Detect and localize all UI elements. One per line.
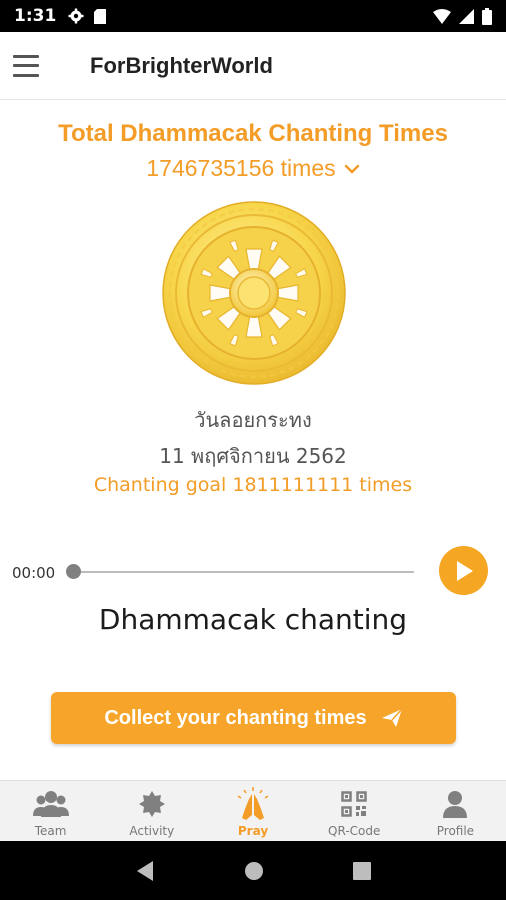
recents-icon[interactable] (353, 861, 372, 880)
dhamma-wheel-image (162, 201, 346, 385)
bottom-navigation: Team Activity Pray QR-Code Profile (0, 780, 506, 841)
nav-label-activity: Activity (129, 824, 175, 838)
chanting-goal: Chanting goal 1811111111 times (93, 474, 413, 496)
nav-label-pray: Pray (237, 824, 269, 838)
status-left-icons (68, 8, 107, 24)
total-count: 1746735156 times (146, 155, 336, 181)
nav-label-qr-code: QR-Code (328, 824, 381, 838)
collect-button-label: Collect your chanting times (104, 706, 367, 729)
track-title: Dhammacak chanting (98, 603, 408, 636)
pray-icon (237, 787, 269, 820)
dhamma-wheel-icon (162, 201, 346, 385)
play-icon (456, 560, 473, 581)
settings-gear-icon (68, 8, 84, 24)
page-heading: Total Dhammacak Chanting Times (58, 120, 448, 147)
sd-card-icon (94, 8, 107, 24)
event-name: วันลอยกระทง (194, 408, 312, 432)
seek-bar[interactable] (70, 571, 414, 573)
app-bar: ForBrighterWorld (0, 32, 506, 100)
collect-chanting-button[interactable]: Collect your chanting times (51, 692, 456, 744)
back-icon[interactable] (135, 860, 155, 882)
chevron-down-icon (344, 164, 359, 174)
app-title: ForBrighterWorld (90, 52, 273, 78)
signal-icon (459, 8, 474, 24)
nav-team[interactable]: Team (0, 781, 101, 841)
home-icon[interactable] (244, 861, 264, 881)
current-time: 00:00 (12, 564, 56, 582)
total-count-dropdown[interactable]: 1746735156 times (0, 155, 506, 182)
profile-icon (443, 791, 468, 818)
status-time: 1:31 (14, 6, 57, 26)
nav-activity[interactable]: Activity (101, 781, 202, 841)
activity-icon (138, 791, 165, 817)
seek-thumb[interactable] (66, 564, 81, 579)
nav-qr-code[interactable]: QR-Code (304, 781, 405, 841)
play-button[interactable] (439, 546, 488, 595)
audio-player: 00:00 (0, 545, 506, 600)
status-bar: 1:31 (0, 0, 506, 32)
wifi-icon (433, 8, 451, 24)
nav-label-profile: Profile (436, 824, 475, 838)
send-icon (381, 708, 403, 727)
system-navigation-bar (0, 841, 506, 900)
team-icon (32, 791, 69, 817)
event-date: 11 พฤศจิกายน 2562 (159, 444, 347, 468)
nav-pray[interactable]: Pray (202, 781, 303, 841)
qr-code-icon (341, 791, 367, 817)
menu-icon[interactable] (13, 54, 39, 77)
status-right-icons (433, 7, 492, 25)
battery-icon (482, 7, 492, 25)
nav-profile[interactable]: Profile (405, 781, 506, 841)
nav-label-team: Team (34, 824, 67, 838)
